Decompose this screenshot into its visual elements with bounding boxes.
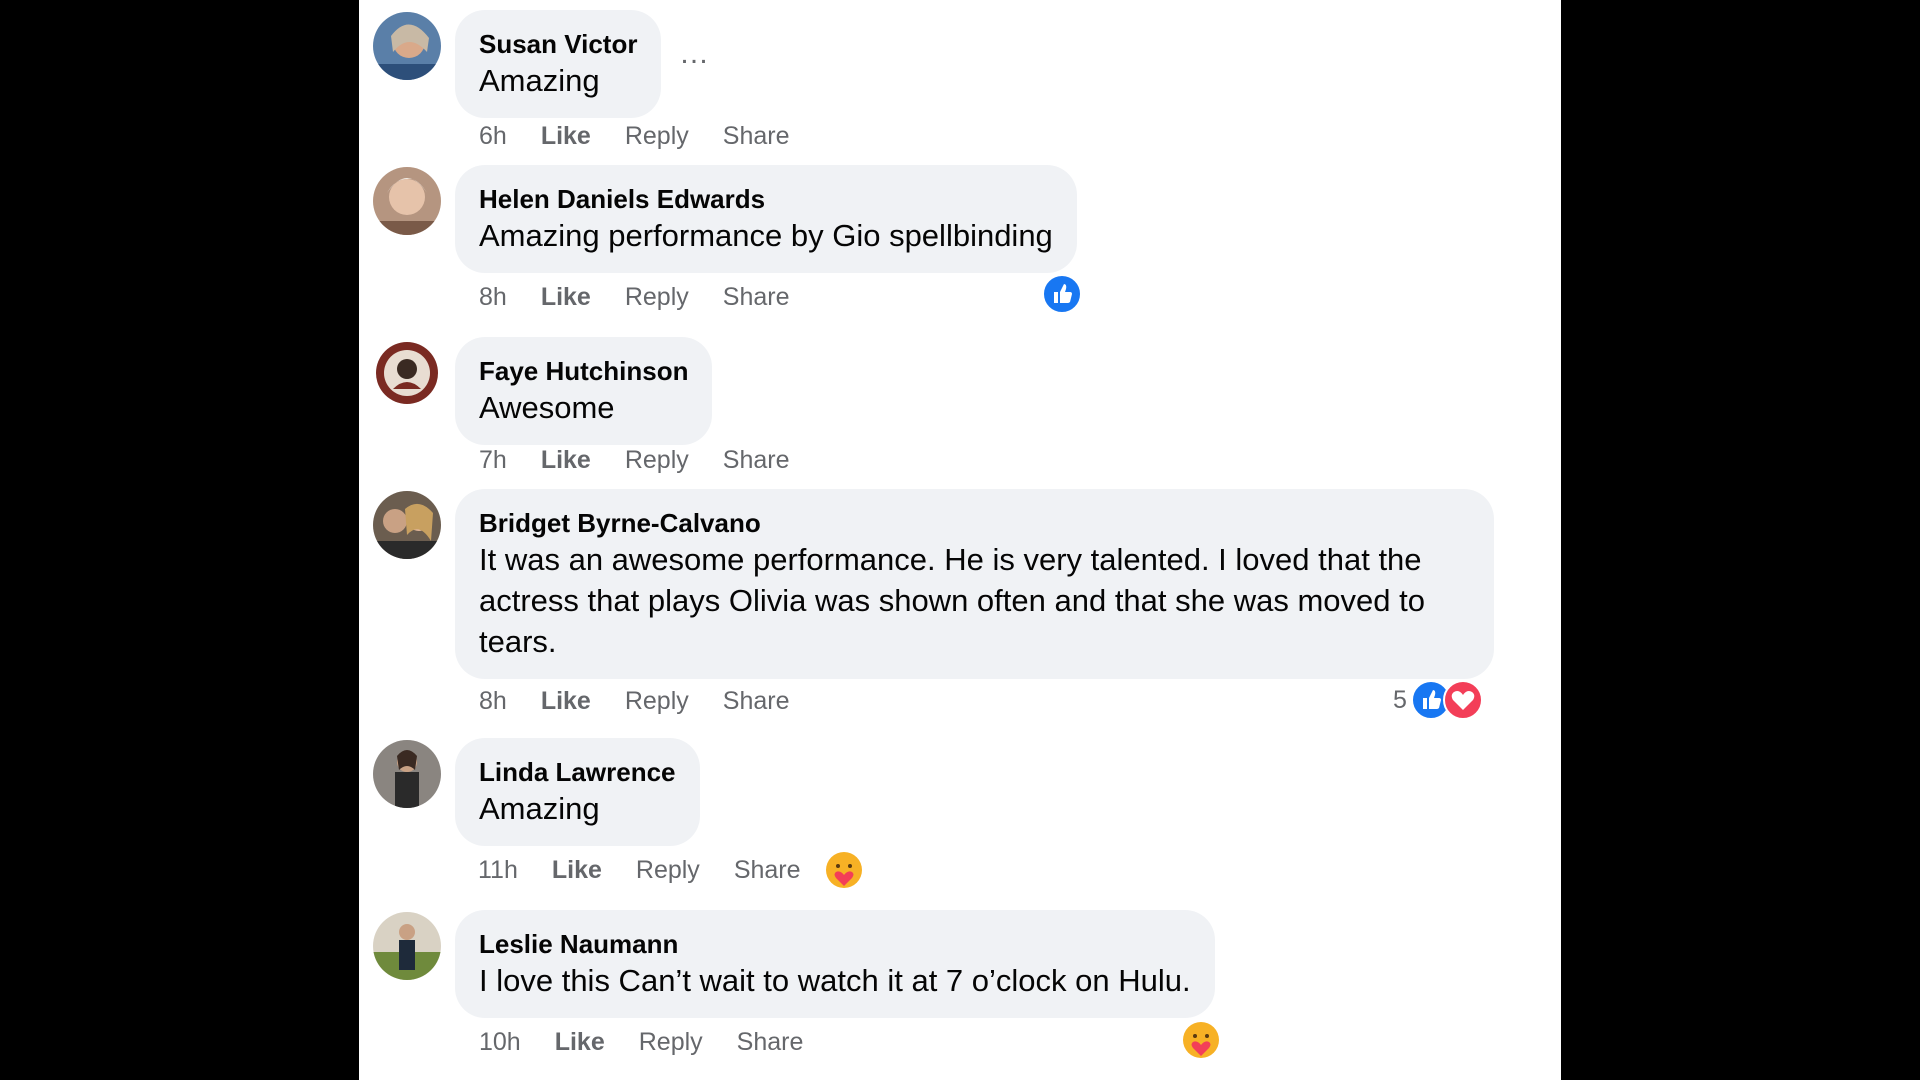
comment-author[interactable]: Faye Hutchinson: [479, 355, 688, 387]
more-options-button[interactable]: …: [679, 39, 711, 69]
reaction-summary[interactable]: [1181, 1020, 1221, 1060]
comment-timestamp[interactable]: 10h: [479, 1028, 521, 1057]
comment-bubble: Leslie Naumann I love this Can’t wait to…: [455, 910, 1215, 1018]
comment-text: Amazing performance by Gio spellbinding: [479, 218, 1053, 253]
comment-actions: 6h Like Reply Share: [479, 118, 823, 154]
share-button[interactable]: Share: [723, 687, 790, 716]
comment-author[interactable]: Bridget Byrne-Calvano: [479, 507, 1470, 539]
reaction-count: 5: [1393, 685, 1407, 714]
comment-timestamp[interactable]: 7h: [479, 446, 507, 475]
comment-author[interactable]: Susan Victor: [479, 28, 637, 60]
like-button[interactable]: Like: [555, 1028, 605, 1057]
comment-author[interactable]: Leslie Naumann: [479, 928, 1191, 960]
comment-bubble: Linda Lawrence Amazing: [455, 738, 700, 846]
comment-timestamp[interactable]: 6h: [479, 122, 507, 151]
comment-text: Amazing: [479, 63, 600, 98]
comment-bubble: Bridget Byrne-Calvano It was an awesome …: [455, 489, 1494, 679]
comment-author[interactable]: Helen Daniels Edwards: [479, 183, 1053, 215]
like-button[interactable]: Like: [541, 687, 591, 716]
share-button[interactable]: Share: [723, 446, 790, 475]
comment-actions: 11h Like Reply Share: [478, 852, 835, 888]
avatar[interactable]: [373, 740, 441, 808]
care-reaction-icon: [826, 852, 862, 888]
comment-text: I love this Can’t wait to watch it at 7 …: [479, 963, 1191, 998]
comment-text: Awesome: [479, 390, 615, 425]
reply-button[interactable]: Reply: [636, 856, 700, 885]
avatar[interactable]: [373, 339, 441, 407]
reaction-summary[interactable]: [1042, 274, 1082, 314]
avatar[interactable]: [373, 12, 441, 80]
comment-bubble: Susan Victor Amazing: [455, 10, 662, 118]
reply-button[interactable]: Reply: [625, 122, 689, 151]
share-button[interactable]: Share: [723, 122, 790, 151]
comment-actions: 8h Like Reply Share: [479, 279, 823, 315]
like-button[interactable]: Like: [541, 283, 591, 312]
comments-panel: Susan Victor Amazing … 6h Like Reply Sha…: [359, 0, 1561, 1080]
share-button[interactable]: Share: [734, 856, 801, 885]
like-button[interactable]: Like: [541, 446, 591, 475]
comment-timestamp[interactable]: 11h: [478, 856, 518, 885]
comment-actions: 7h Like Reply Share: [479, 442, 823, 478]
care-reaction-icon: [1183, 1022, 1219, 1058]
comment-bubble: Helen Daniels Edwards Amazing performanc…: [455, 165, 1077, 273]
avatar[interactable]: [373, 491, 441, 559]
comment-text: Amazing: [479, 791, 600, 826]
comment-author[interactable]: Linda Lawrence: [479, 756, 676, 788]
love-reaction-icon: [1442, 680, 1483, 720]
like-reaction-icon: [1042, 274, 1082, 314]
reaction-summary[interactable]: 5: [1393, 680, 1483, 720]
comment-timestamp[interactable]: 8h: [479, 283, 507, 312]
reaction-summary[interactable]: [824, 850, 864, 890]
reply-button[interactable]: Reply: [625, 446, 689, 475]
like-button[interactable]: Like: [552, 856, 602, 885]
reply-button[interactable]: Reply: [625, 687, 689, 716]
avatar[interactable]: [373, 167, 441, 235]
comment-actions: 8h Like Reply Share: [479, 683, 823, 719]
share-button[interactable]: Share: [723, 283, 790, 312]
share-button[interactable]: Share: [737, 1028, 804, 1057]
comment-bubble: Faye Hutchinson Awesome: [455, 337, 713, 445]
reply-button[interactable]: Reply: [639, 1028, 703, 1057]
comment-text: It was an awesome performance. He is ver…: [479, 542, 1425, 659]
avatar[interactable]: [373, 912, 441, 980]
like-button[interactable]: Like: [541, 122, 591, 151]
reply-button[interactable]: Reply: [625, 283, 689, 312]
comment-timestamp[interactable]: 8h: [479, 687, 507, 716]
comment-actions: 10h Like Reply Share: [479, 1024, 837, 1060]
